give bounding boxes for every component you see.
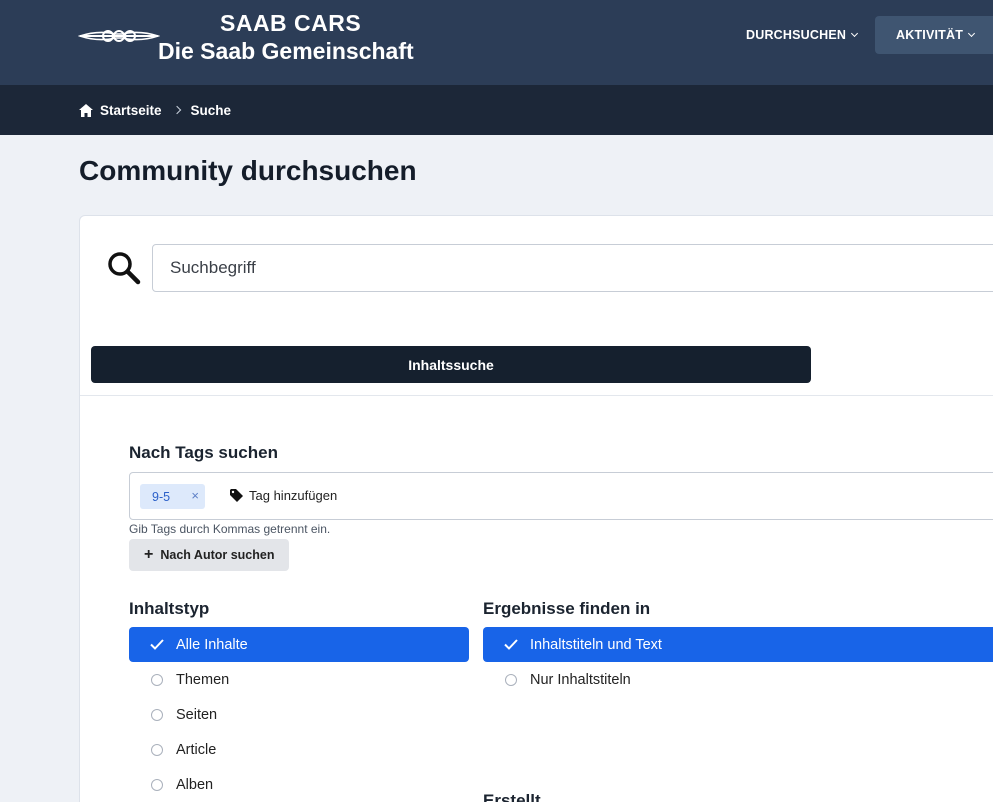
- content-type-option-albums[interactable]: Alben: [129, 767, 469, 802]
- radio-icon: [151, 743, 163, 756]
- search-by-author-button[interactable]: + Nach Autor suchen: [129, 539, 289, 571]
- nav-browse-label: DURCHSUCHEN: [746, 28, 847, 42]
- check-icon: [504, 639, 518, 650]
- content-type-option-label: Seiten: [176, 706, 218, 723]
- tag-icon: [230, 489, 243, 502]
- check-icon: [150, 639, 164, 650]
- logo-subtitle: Die Saab Gemeinschaft: [158, 38, 414, 64]
- tags-section-label: Nach Tags suchen: [129, 443, 278, 462]
- chevron-down-icon: [968, 29, 976, 38]
- content-type-option-all[interactable]: Alle Inhalte: [129, 627, 469, 662]
- find-in-option-titles-and-text[interactable]: Inhaltstiteln und Text: [483, 627, 993, 662]
- breadcrumb: Startseite Suche: [0, 85, 993, 135]
- tab-content-search[interactable]: Inhaltssuche: [91, 346, 811, 383]
- content-type-option-label: Alle Inhalte: [176, 636, 248, 653]
- radio-icon: [151, 778, 163, 791]
- radio-icon: [505, 673, 517, 686]
- content-type-label: Inhaltstyp: [129, 599, 210, 618]
- chevron-right-icon: [172, 105, 181, 115]
- content-type-option-label: Article: [176, 741, 217, 758]
- tags-hint: Gib Tags durch Kommas getrennt ein.: [129, 522, 331, 536]
- tag-add-label: Tag hinzufügen: [249, 488, 338, 503]
- nav-activity-label: AKTIVITÄT: [896, 28, 964, 42]
- logo-title: SAAB CARS: [220, 10, 362, 36]
- divider: [80, 395, 993, 396]
- tag-chip-label: 9-5: [152, 489, 171, 504]
- page-title: Community durchsuchen: [79, 155, 417, 186]
- content-type-option-label: Alben: [176, 776, 214, 793]
- find-in-option-titles-only[interactable]: Nur Inhaltstiteln: [483, 662, 993, 697]
- content-type-option-pages[interactable]: Seiten: [129, 697, 469, 732]
- breadcrumb-home[interactable]: Startseite: [79, 103, 162, 118]
- breadcrumb-home-label: Startseite: [100, 102, 162, 118]
- saab-plane-logo-icon: [78, 30, 160, 42]
- home-icon: [79, 103, 93, 117]
- content-type-option-topics[interactable]: Themen: [129, 662, 469, 697]
- created-label: Erstellt: [483, 791, 541, 802]
- search-by-author-label: Nach Autor suchen: [160, 548, 275, 562]
- search-panel: Inhaltssuche Nach Tags suchen 9-5 × Tag …: [79, 215, 993, 802]
- content-type-option-label: Themen: [176, 671, 230, 688]
- tag-remove-icon[interactable]: ×: [191, 488, 199, 503]
- chevron-down-icon: [851, 29, 859, 38]
- find-in-option-label: Nur Inhaltstiteln: [530, 671, 631, 688]
- content-type-option-article[interactable]: Article: [129, 732, 469, 767]
- plus-icon: +: [144, 546, 154, 563]
- radio-icon: [151, 708, 163, 721]
- nav-browse[interactable]: DURCHSUCHEN: [746, 16, 859, 54]
- nav-activity[interactable]: AKTIVITÄT: [875, 16, 993, 54]
- search-input[interactable]: [152, 244, 993, 292]
- find-in-label: Ergebnisse finden in: [483, 599, 651, 618]
- radio-icon: [151, 673, 163, 686]
- tag-chip: 9-5 ×: [140, 484, 205, 509]
- tag-add[interactable]: Tag hinzufügen: [230, 488, 337, 503]
- site-header: SAAB CARS Die Saab Gemeinschaft DURCHSUC…: [0, 0, 993, 85]
- find-in-option-label: Inhaltstiteln und Text: [530, 636, 662, 653]
- search-icon: [108, 252, 141, 285]
- breadcrumb-current: Suche: [190, 102, 232, 118]
- site-logo[interactable]: SAAB CARS Die Saab Gemeinschaft: [78, 8, 438, 66]
- tags-input[interactable]: 9-5 × Tag hinzufügen: [129, 472, 993, 520]
